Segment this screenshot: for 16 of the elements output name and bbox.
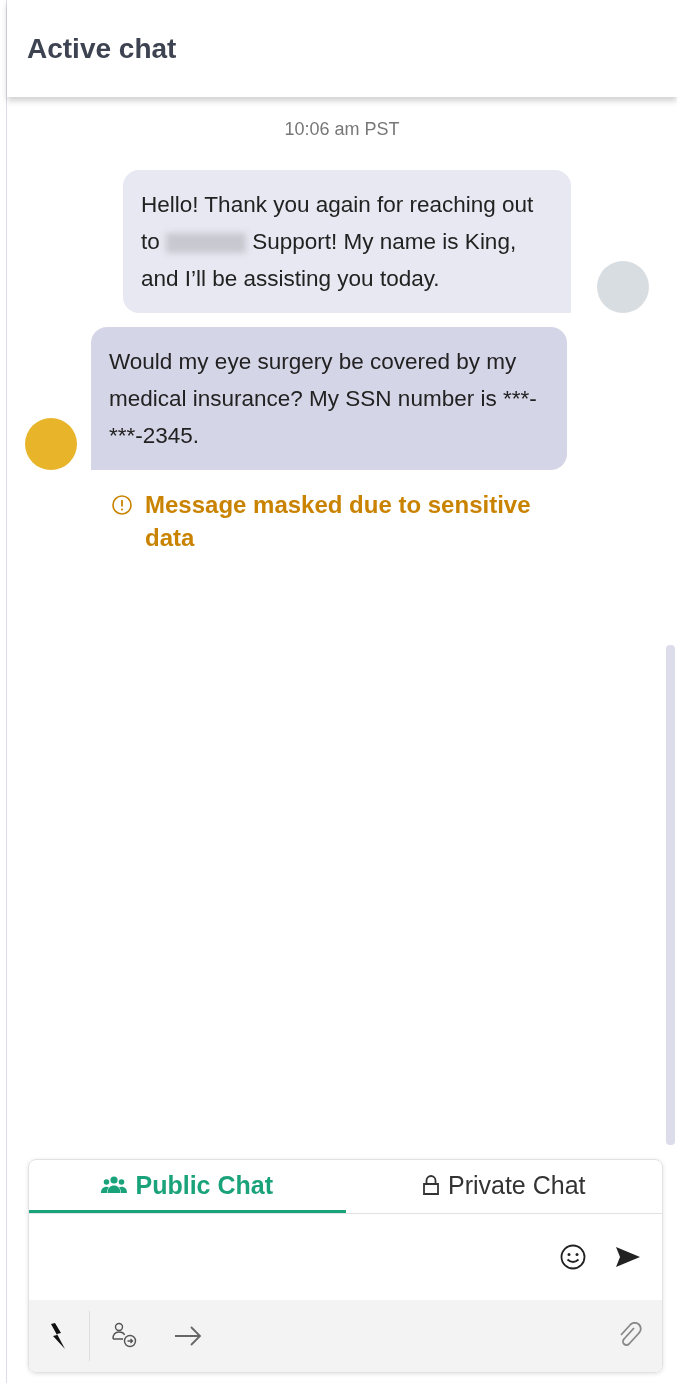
send-icon[interactable] [616,1247,640,1267]
avatar [597,261,649,313]
message-text: Hello! Thank you again for reaching out to Support! My name is King, and I’ll be assisting you today. [141,192,534,291]
masked-notice: Message masked due to sensitive data [145,490,531,553]
emoji-icon[interactable] [560,1244,586,1270]
timestamp: 10:06 am PST [283,119,401,140]
lock-icon [421,1174,440,1196]
message-text: Would my eye surgery be covered by my medical insurance? My SSN number is ***-***-2345. [109,349,537,448]
lightning-icon[interactable] [49,1323,65,1349]
avatar [25,418,77,470]
page-title: Active chat [27,32,177,65]
chat-tab[interactable]: Private Chat [345,1160,662,1213]
arrow-right-icon[interactable] [174,1326,202,1346]
scrollbar[interactable] [666,645,675,1145]
people-icon [101,1176,128,1194]
warning-icon [111,494,133,516]
